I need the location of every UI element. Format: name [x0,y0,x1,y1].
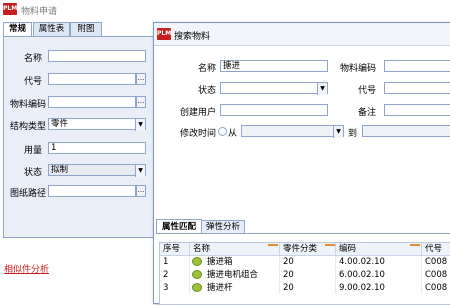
cell-no: 2 [160,269,190,281]
cell-daihao: C008 [422,256,450,268]
cell-part-class: 20 [280,282,336,294]
app-logo: PLM [3,3,17,15]
material-code-label: 物料编码 [9,100,46,110]
search-daihao-field[interactable] [384,82,450,94]
cell-code: 6.00.02.10 [336,269,422,281]
part-icon [192,270,202,279]
part-icon [192,257,202,266]
search-name-label: 名称 [197,64,216,74]
structure-type-value: 零件 [51,119,69,129]
search-name-field[interactable]: 搪进 [220,60,328,72]
window-title: 物料申请 [21,7,58,17]
daihao-field[interactable] [48,73,136,85]
search-remark-field[interactable] [384,104,450,116]
modify-time-label: 修改时间 [179,129,216,139]
to-date-field[interactable] [362,125,450,137]
drawing-path-field[interactable] [48,185,136,197]
structure-type-select[interactable]: 零件 ▼ [48,118,146,131]
part-icon [192,283,202,292]
tab-attributes[interactable]: 属性表 [33,22,70,36]
daihao-label: 代号 [23,77,42,87]
table-row[interactable]: 2 搪进电机组合 20 6.00.02.10 C008 [160,269,450,281]
tab-attribute-match[interactable]: 属性匹配 [156,219,202,234]
search-remark-label: 备注 [357,108,376,118]
cell-no: 1 [160,256,190,268]
status-value: 拟制 [51,165,69,175]
to-label: 到 [348,129,358,139]
grid-header: 序号 名称 零件分类 编码 代号 [160,243,450,256]
cell-name: 搪进箱 [204,256,280,268]
structure-type-label: 结构类型 [9,122,46,132]
from-label: 从 [228,129,238,139]
search-daihao-label: 代号 [357,86,376,96]
chevron-down-icon[interactable]: ▼ [135,165,145,177]
cell-name: 搪进电机组合 [204,269,280,281]
tab-general[interactable]: 常规 [3,22,32,36]
drawing-path-browse-button[interactable]: ... [136,185,146,197]
tab-attached-drawing[interactable]: 附图 [70,22,102,36]
from-date-field[interactable]: ▼ [241,125,344,138]
dialog-title: 搜索物料 [174,32,211,42]
quantity-label: 用量 [23,146,42,156]
similar-part-analysis-link[interactable]: 相似件分析 [4,262,49,275]
status-label: 状态 [23,168,42,178]
chevron-down-icon[interactable]: ▼ [135,119,145,131]
dialog-logo: PLM [157,28,171,40]
results-grid: 序号 名称 零件分类 编码 代号 1 搪进箱 20 4.00.02.10 C00… [159,242,450,305]
status-select[interactable]: 拟制 ▼ [48,164,146,177]
cell-part-class: 20 [280,269,336,281]
name-label: 名称 [23,54,42,64]
chevron-down-icon[interactable]: ▼ [317,83,327,95]
search-creator-label: 创建用户 [179,108,216,118]
drawing-path-label: 图纸路径 [9,189,46,199]
cell-code: 4.00.02.10 [336,256,422,268]
cell-code: 9.00.02.10 [336,282,422,294]
material-code-browse-button[interactable]: ... [136,96,146,108]
tab-divider [156,233,450,234]
cell-no: 3 [160,282,190,294]
material-code-field[interactable] [48,96,136,108]
cell-part-class: 20 [280,256,336,268]
daihao-browse-button[interactable]: ... [136,73,146,85]
general-panel [3,36,155,238]
quantity-field[interactable]: 1 [48,142,146,154]
col-header-no[interactable]: 序号 [160,243,190,255]
cell-name: 搪进杆 [204,282,280,294]
search-status-select[interactable]: ▼ [220,82,328,95]
tab-elastic-analysis[interactable]: 弹性分析 [201,220,245,234]
sort-indicator-icon [325,244,335,246]
modify-time-checkbox[interactable] [218,127,227,136]
cell-daihao: C008 [422,282,450,294]
search-code-label: 物料编码 [339,64,376,74]
search-status-label: 状态 [197,86,216,96]
table-row[interactable]: 1 搪进箱 20 4.00.02.10 C008 [160,256,450,268]
sort-indicator-icon [268,244,278,246]
cell-daihao: C008 [422,269,450,281]
table-row[interactable]: 3 搪进杆 20 9.00.02.10 C008 [160,282,450,294]
chevron-down-icon[interactable]: ▼ [333,126,343,138]
sort-indicator-icon [410,244,420,246]
col-header-daihao[interactable]: 代号 [422,243,450,255]
col-header-name[interactable]: 名称 [190,243,280,255]
search-code-field[interactable] [384,60,450,72]
search-material-dialog: PLM 搜索物料 名称 搪进 物料编码 状态 ▼ 代号 创建用户 备注 修改时间… [153,22,450,305]
search-creator-field[interactable] [220,104,328,116]
name-field[interactable] [48,50,146,62]
